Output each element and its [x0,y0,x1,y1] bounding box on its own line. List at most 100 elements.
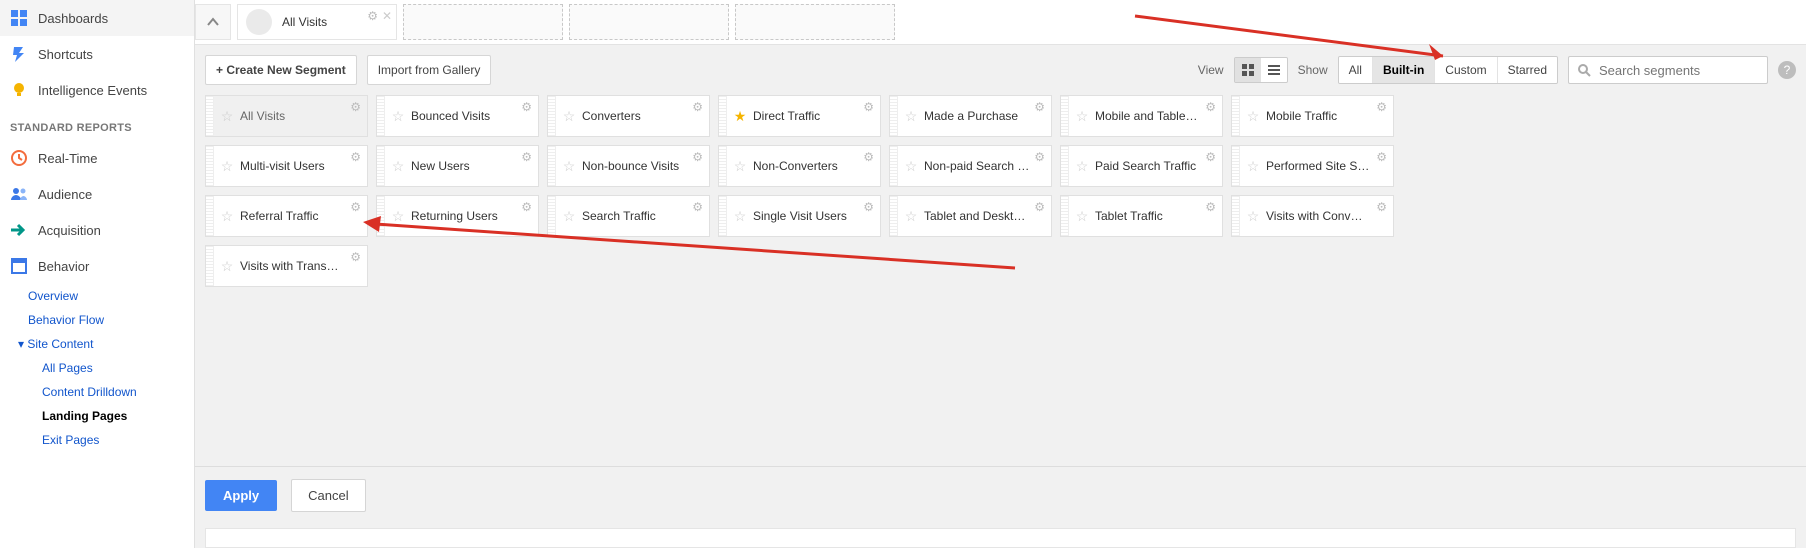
view-list-button[interactable] [1261,58,1287,82]
star-icon[interactable]: ☆ [385,158,411,175]
drag-handle-icon[interactable] [206,146,214,186]
drag-handle-icon[interactable] [206,196,214,236]
gear-icon[interactable]: ⚙ [863,200,874,214]
filter-custom[interactable]: Custom [1435,57,1497,83]
drag-handle-icon[interactable] [719,96,727,136]
gear-icon[interactable]: ⚙ [692,200,703,214]
segment-card[interactable]: ☆Visits with Trans…⚙ [205,245,368,287]
star-icon[interactable]: ☆ [214,208,240,225]
sidebar-sub-site-content[interactable]: ▾ Site Content [0,332,194,356]
segment-card[interactable]: ☆Tablet and Deskt…⚙ [889,195,1052,237]
segment-card[interactable]: ☆Converters⚙ [547,95,710,137]
sidebar-sub-exit-pages[interactable]: Exit Pages [0,428,194,452]
segment-card[interactable]: ☆Performed Site S…⚙ [1231,145,1394,187]
star-icon[interactable]: ☆ [898,108,924,125]
sidebar-item-intelligence[interactable]: Intelligence Events [0,72,194,108]
collapse-segments-button[interactable] [195,4,231,40]
drag-handle-icon[interactable] [890,146,898,186]
gear-icon[interactable]: ⚙ [1034,150,1045,164]
star-icon[interactable]: ☆ [214,158,240,175]
segment-card[interactable]: ☆Tablet Traffic⚙ [1060,195,1223,237]
sidebar-sub-content-drilldown[interactable]: Content Drilldown [0,380,194,404]
drag-handle-icon[interactable] [206,96,214,136]
drag-handle-icon[interactable] [377,146,385,186]
sidebar-sub-all-pages[interactable]: All Pages [0,356,194,380]
sidebar-item-audience[interactable]: Audience [0,176,194,212]
drag-handle-icon[interactable] [719,196,727,236]
help-button[interactable]: ? [1778,61,1796,79]
gear-icon[interactable]: ⚙ [863,150,874,164]
filter-all[interactable]: All [1339,57,1373,83]
gear-icon[interactable]: ⚙ [1376,150,1387,164]
gear-icon[interactable]: ⚙ [350,200,361,214]
drag-handle-icon[interactable] [548,146,556,186]
apply-button[interactable]: Apply [205,480,277,511]
gear-icon[interactable]: ⚙ [1376,200,1387,214]
view-grid-button[interactable] [1235,58,1261,82]
segment-card[interactable]: ☆New Users⚙ [376,145,539,187]
gear-icon[interactable]: ⚙ [1205,150,1216,164]
segment-slot-empty[interactable] [569,4,729,40]
star-icon[interactable]: ☆ [898,158,924,175]
star-icon[interactable]: ☆ [898,208,924,225]
drag-handle-icon[interactable] [1232,196,1240,236]
sidebar-sub-landing-pages[interactable]: Landing Pages [0,404,194,428]
star-icon[interactable]: ☆ [385,108,411,125]
star-icon[interactable]: ☆ [214,108,240,125]
star-icon[interactable]: ☆ [1240,108,1266,125]
active-segment-chip[interactable]: All Visits ⚙ ✕ [237,4,397,40]
sidebar-sub-behavior-flow[interactable]: Behavior Flow [0,308,194,332]
star-icon[interactable]: ☆ [1069,158,1095,175]
drag-handle-icon[interactable] [377,196,385,236]
drag-handle-icon[interactable] [890,196,898,236]
filter-starred[interactable]: Starred [1498,57,1557,83]
star-icon[interactable]: ☆ [1240,158,1266,175]
drag-handle-icon[interactable] [548,196,556,236]
gear-icon[interactable]: ⚙ [863,100,874,114]
gear-icon[interactable]: ⚙ [1376,100,1387,114]
segment-card[interactable]: ☆Non-Converters⚙ [718,145,881,187]
search-segments-input[interactable] [1597,62,1747,79]
drag-handle-icon[interactable] [1232,146,1240,186]
import-gallery-button[interactable]: Import from Gallery [367,55,492,85]
cancel-button[interactable]: Cancel [291,479,365,512]
segment-slot-empty[interactable] [735,4,895,40]
drag-handle-icon[interactable] [1061,196,1069,236]
gear-icon[interactable]: ⚙ [692,150,703,164]
segment-slot-empty[interactable] [403,4,563,40]
sidebar-item-behavior[interactable]: Behavior [0,248,194,284]
drag-handle-icon[interactable] [1061,96,1069,136]
segment-card[interactable]: ☆Mobile and Table…⚙ [1060,95,1223,137]
gear-icon[interactable]: ⚙ [367,9,378,23]
gear-icon[interactable]: ⚙ [1034,200,1045,214]
segment-card[interactable]: ☆Mobile Traffic⚙ [1231,95,1394,137]
star-icon[interactable]: ☆ [1069,208,1095,225]
gear-icon[interactable]: ⚙ [1205,200,1216,214]
star-icon[interactable]: ☆ [727,158,753,175]
segment-card[interactable]: ☆Paid Search Traffic⚙ [1060,145,1223,187]
segment-card[interactable]: ☆Returning Users⚙ [376,195,539,237]
gear-icon[interactable]: ⚙ [521,100,532,114]
segment-card[interactable]: ☆Single Visit Users⚙ [718,195,881,237]
star-icon[interactable]: ★ [727,108,753,125]
sidebar-item-dashboards[interactable]: Dashboards [0,0,194,36]
star-icon[interactable]: ☆ [556,108,582,125]
filter-built-in[interactable]: Built-in [1373,57,1435,83]
segment-card[interactable]: ★Direct Traffic⚙ [718,95,881,137]
drag-handle-icon[interactable] [719,146,727,186]
gear-icon[interactable]: ⚙ [1205,100,1216,114]
drag-handle-icon[interactable] [548,96,556,136]
drag-handle-icon[interactable] [206,246,214,286]
star-icon[interactable]: ☆ [556,158,582,175]
gear-icon[interactable]: ⚙ [521,150,532,164]
close-icon[interactable]: ✕ [382,9,392,23]
segment-card[interactable]: ☆Search Traffic⚙ [547,195,710,237]
segment-card[interactable]: ☆Visits with Conv…⚙ [1231,195,1394,237]
create-segment-button[interactable]: + Create New Segment [205,55,357,85]
search-segments-wrap[interactable] [1568,56,1768,84]
gear-icon[interactable]: ⚙ [350,100,361,114]
drag-handle-icon[interactable] [890,96,898,136]
drag-handle-icon[interactable] [377,96,385,136]
segment-card[interactable]: ☆All Visits⚙ [205,95,368,137]
sidebar-item-realtime[interactable]: Real-Time [0,140,194,176]
